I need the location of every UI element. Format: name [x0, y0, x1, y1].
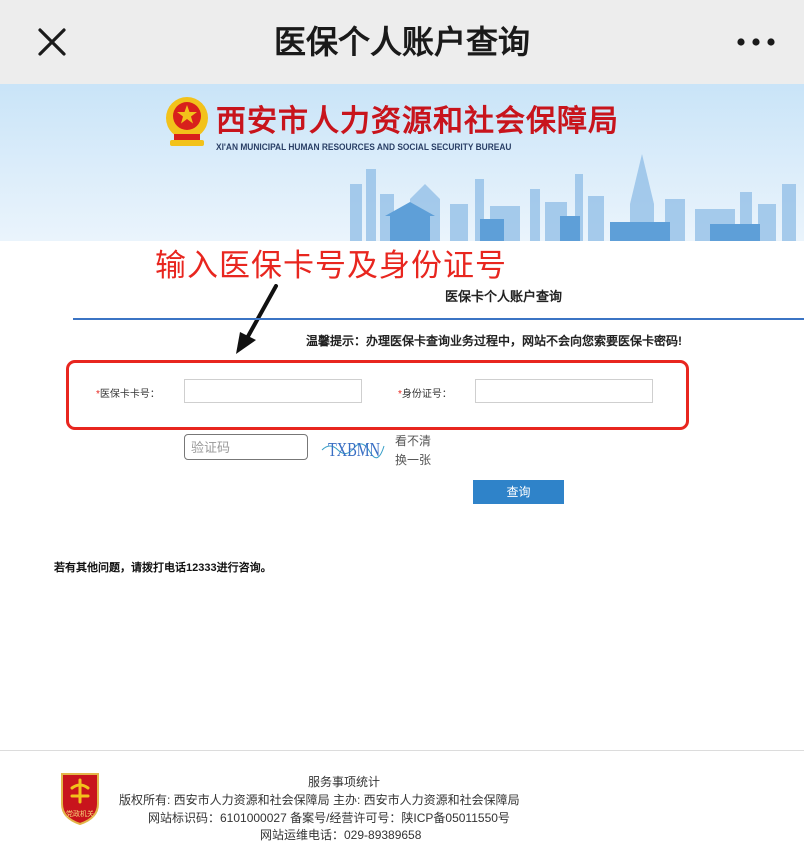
captcha-image[interactable]: TXBMN — [320, 432, 386, 464]
site-banner: 西安市人力资源和社会保障局 XI'AN MUNICIPAL HUMAN RESO… — [0, 84, 804, 241]
card-number-label-text: 医保卡卡号： — [99, 389, 160, 400]
national-emblem-icon — [166, 97, 208, 146]
stats-link[interactable]: 服务事项统计 — [308, 773, 380, 790]
copyright-text: 版权所有: 西安市人力资源和社会保障局 主办: 西安市人力资源和社会保障局 — [119, 793, 520, 807]
captcha-text: TXBMN — [328, 439, 380, 461]
divider — [73, 318, 804, 320]
id-number-label: *身份证号： — [398, 385, 452, 400]
site-id-text: 网站标识码：6101000027 备案号/经营许可号：陕ICP备05011550… — [148, 811, 510, 825]
card-number-input[interactable] — [184, 379, 362, 403]
more-dots-icon[interactable] — [732, 30, 780, 54]
party-government-badge-icon[interactable]: 党政机关 — [58, 768, 102, 826]
close-icon[interactable] — [30, 20, 74, 64]
query-button[interactable]: 查询 — [473, 480, 564, 504]
id-number-input[interactable] — [475, 379, 653, 403]
captcha-input[interactable] — [184, 434, 308, 460]
card-number-label: *医保卡卡号： — [96, 385, 160, 400]
captcha-refresh-link-2[interactable]: 换一张 — [395, 451, 431, 468]
badge-text: 党政机关 — [66, 809, 94, 818]
city-skyline-illustration — [350, 154, 796, 241]
org-name-cn: 西安市人力资源和社会保障局 — [216, 105, 619, 138]
id-number-label-text: 身份证号： — [401, 389, 452, 400]
page-title: 医保个人账户查询 — [273, 24, 530, 60]
captcha-refresh-link[interactable]: 看不清 — [395, 432, 431, 449]
annotation-label: 输入医保卡号及身份证号 — [155, 248, 507, 283]
form-heading: 医保卡个人账户查询 — [445, 289, 563, 304]
top-nav-bar: 医保个人账户查询 — [0, 0, 804, 84]
ops-phone-text: 网站运维电话：029-89389658 — [260, 828, 422, 842]
footer-divider — [0, 750, 804, 751]
help-text: 若有其他问题，请拨打电话12333进行咨询。 — [54, 562, 272, 574]
annotation-arrow-icon — [236, 284, 278, 354]
security-tip: 温馨提示：办理医保卡查询业务过程中，网站不会向您索要医保卡密码! — [306, 334, 682, 348]
